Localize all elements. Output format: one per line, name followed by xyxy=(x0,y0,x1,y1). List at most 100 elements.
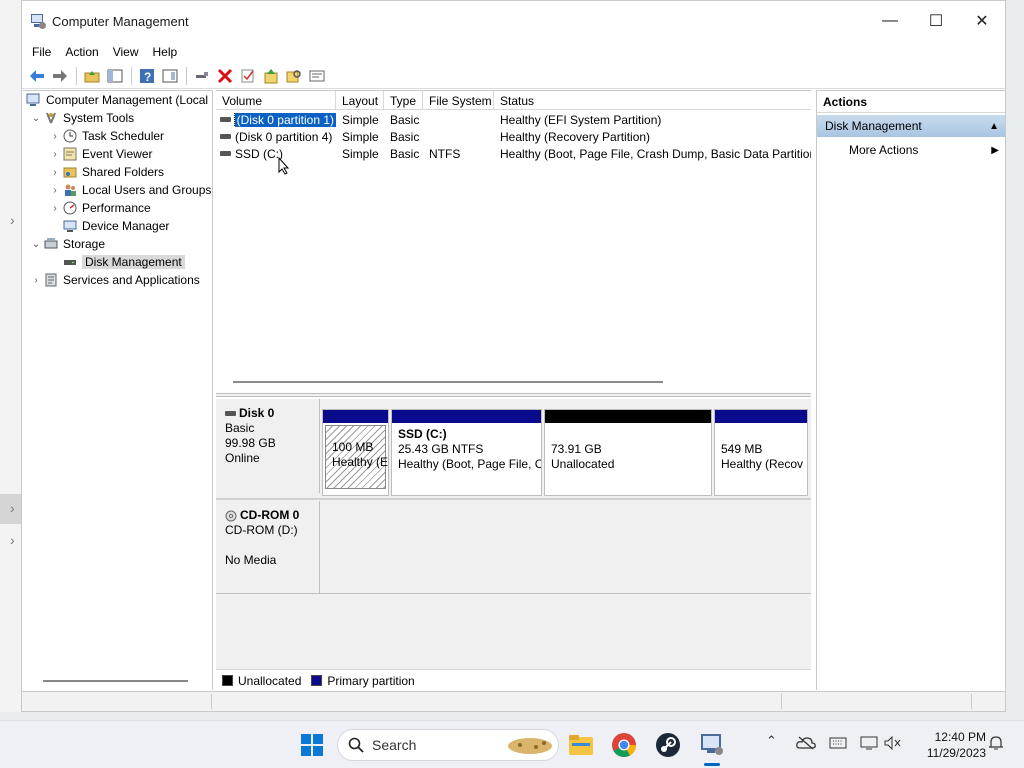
minimize-button[interactable]: — xyxy=(867,1,913,41)
delete-icon[interactable] xyxy=(214,65,236,87)
menu-bar: File Action View Help xyxy=(22,41,1005,63)
column-status[interactable]: Status xyxy=(494,91,811,110)
actions-pane: Actions Disk Management ▲ More Actions ▶ xyxy=(816,90,1005,690)
taskbar-search[interactable]: Search xyxy=(337,729,559,761)
tree-item-services-applications[interactable]: › Services and Applications xyxy=(29,271,199,289)
tree-item-system-tools[interactable]: ⌄ System Tools xyxy=(29,109,134,127)
expand-arrow-icon[interactable]: › xyxy=(48,185,62,196)
partition-recovery[interactable]: 549 MB Healthy (Recov xyxy=(714,409,808,496)
pane-splitter[interactable] xyxy=(216,393,811,397)
volume-row[interactable]: (Disk 0 partition 1) Simple Basic Health… xyxy=(216,111,811,128)
actions-title: Actions xyxy=(817,91,1005,113)
shared-folder-icon xyxy=(62,164,78,180)
properties-icon[interactable] xyxy=(306,65,328,87)
onedrive-offline-icon[interactable] xyxy=(796,736,816,753)
disk-0-label[interactable]: Disk 0 Basic 99.98 GB Online xyxy=(216,399,320,493)
back-arrow-icon[interactable] xyxy=(26,65,48,87)
connect-icon[interactable] xyxy=(191,65,213,87)
column-layout[interactable]: Layout xyxy=(336,91,384,110)
device-manager-icon xyxy=(62,218,78,234)
disk-icon xyxy=(225,411,236,416)
start-button[interactable] xyxy=(296,729,328,761)
disk-graphical-view: Disk 0 Basic 99.98 GB Online 100 MB Heal… xyxy=(216,399,811,669)
disk-icon xyxy=(220,151,231,156)
toolbar: ? xyxy=(22,63,1005,89)
computer-management-icon xyxy=(26,92,42,108)
tree-horizontal-scrollbar[interactable] xyxy=(43,680,188,682)
expand-arrow-icon[interactable]: › xyxy=(48,131,62,142)
collapse-up-icon: ▲ xyxy=(989,120,999,132)
maximize-button[interactable]: ☐ xyxy=(913,1,959,41)
column-volume[interactable]: Volume xyxy=(216,91,336,110)
collapse-arrow-icon[interactable]: ⌄ xyxy=(29,113,43,124)
file-explorer-icon[interactable] xyxy=(565,729,597,761)
expand-arrow-icon[interactable]: › xyxy=(48,167,62,178)
chrome-icon[interactable] xyxy=(608,729,640,761)
tree-item-device-manager[interactable]: Device Manager xyxy=(62,217,169,235)
clock-icon xyxy=(62,128,78,144)
tree-item-root[interactable]: Computer Management (Local xyxy=(26,91,208,109)
menu-action[interactable]: Action xyxy=(58,45,105,59)
chevron-right-icon: › xyxy=(10,500,15,516)
taskbar-clock[interactable]: 12:40 PM 11/29/2023 xyxy=(906,729,986,761)
active-app-indicator xyxy=(704,763,720,766)
partition-efi[interactable]: 100 MB Healthy (E xyxy=(322,409,389,496)
menu-view[interactable]: View xyxy=(106,45,146,59)
status-bar xyxy=(22,691,1005,711)
expand-arrow-icon[interactable]: › xyxy=(48,203,62,214)
close-button[interactable]: ✕ xyxy=(959,1,1005,41)
svg-text:?: ? xyxy=(144,70,151,84)
partition-unallocated[interactable]: 73.91 GB Unallocated xyxy=(544,409,712,496)
help-icon[interactable]: ? xyxy=(136,65,158,87)
disk-icon xyxy=(220,117,231,122)
submenu-arrow-icon: ▶ xyxy=(991,144,999,156)
tree-item-event-viewer[interactable]: › Event Viewer xyxy=(48,145,152,163)
computer-management-taskbar-icon[interactable] xyxy=(696,729,728,761)
tree-item-local-users-groups[interactable]: › Local Users and Groups xyxy=(48,181,211,199)
tree-item-task-scheduler[interactable]: › Task Scheduler xyxy=(48,127,164,145)
collapse-arrow-icon[interactable]: ⌄ xyxy=(29,239,43,250)
show-hide-tree-icon[interactable] xyxy=(104,65,126,87)
forward-arrow-icon[interactable] xyxy=(49,65,71,87)
tree-item-storage[interactable]: ⌄ Storage xyxy=(29,235,105,253)
search-icon[interactable] xyxy=(283,65,305,87)
tree-item-shared-folders[interactable]: › Shared Folders xyxy=(48,163,164,181)
tree-item-performance[interactable]: › Performance xyxy=(48,199,150,217)
users-icon xyxy=(62,182,78,198)
more-actions-item[interactable]: More Actions ▶ xyxy=(817,139,1005,161)
check-icon[interactable] xyxy=(237,65,259,87)
volume-horizontal-scrollbar[interactable] xyxy=(233,381,663,383)
desktop-background: › › › xyxy=(0,0,22,712)
partition-ssd-c[interactable]: SSD (C:) 25.43 GB NTFS Healthy (Boot, Pa… xyxy=(391,409,542,496)
display-icon[interactable] xyxy=(860,736,878,753)
keyboard-icon[interactable] xyxy=(829,737,847,752)
cdrom-0-label[interactable]: CD-ROM 0 CD-ROM (D:) No Media xyxy=(216,501,320,593)
notification-bell-icon[interactable] xyxy=(988,735,1004,754)
column-type[interactable]: Type xyxy=(384,91,423,110)
legend: Unallocated Primary partition xyxy=(216,669,811,691)
volume-row[interactable]: SSD (C:) Simple Basic NTFS Healthy (Boot… xyxy=(216,145,811,162)
expand-arrow-icon[interactable]: › xyxy=(48,149,62,160)
export-icon[interactable] xyxy=(260,65,282,87)
menu-help[interactable]: Help xyxy=(146,45,185,59)
chevron-up-icon[interactable]: ⌃ xyxy=(766,733,777,749)
taskbar: Search ⌃ 12:40 PM 11/29/2023 xyxy=(0,720,1024,768)
expand-arrow-icon[interactable]: › xyxy=(29,275,43,286)
volume-list-header: Volume Layout Type File System Status xyxy=(216,91,811,110)
chevron-right-icon: › xyxy=(10,532,15,548)
steam-icon[interactable] xyxy=(652,729,684,761)
console-view-icon[interactable] xyxy=(159,65,181,87)
volume-row[interactable]: (Disk 0 partition 4) Simple Basic Health… xyxy=(216,128,811,145)
folder-up-icon[interactable] xyxy=(81,65,103,87)
menu-file[interactable]: File xyxy=(25,45,58,59)
disk-management-pane: Volume Layout Type File System Status (D… xyxy=(216,90,811,691)
window-title: Computer Management xyxy=(52,13,189,29)
tools-icon xyxy=(43,110,59,126)
actions-section-disk-management[interactable]: Disk Management ▲ xyxy=(817,115,1005,137)
column-file-system[interactable]: File System xyxy=(423,91,494,110)
title-bar[interactable]: Computer Management — ☐ ✕ xyxy=(22,1,1005,41)
volume-muted-icon[interactable] xyxy=(884,735,902,753)
tree-item-disk-management[interactable]: Disk Management xyxy=(62,253,185,271)
search-icon xyxy=(348,737,364,753)
disk-icon xyxy=(220,134,231,139)
